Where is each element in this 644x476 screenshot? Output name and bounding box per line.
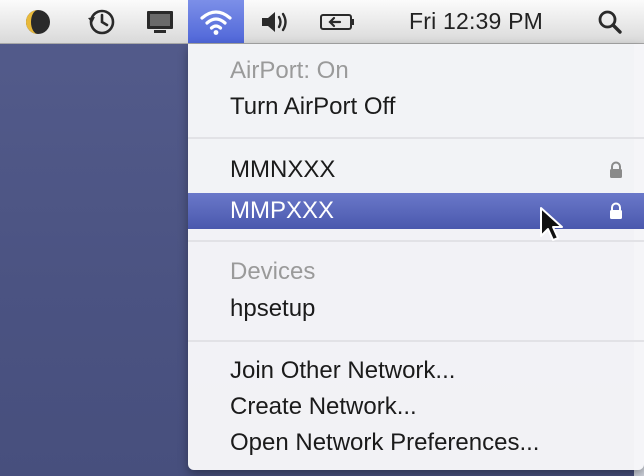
- create-network-item[interactable]: Create Network...: [188, 389, 644, 425]
- network-name: MMNXXX: [230, 156, 336, 183]
- mouse-cursor-icon: [540, 207, 563, 241]
- spotlight-search-icon[interactable]: [588, 0, 632, 43]
- menu-separator: [188, 137, 644, 139]
- lock-icon: [610, 202, 622, 219]
- turn-airport-off-item[interactable]: Turn AirPort Off: [188, 89, 644, 125]
- airport-status: AirPort: On: [230, 57, 349, 84]
- network-name: MMPXXX: [230, 197, 335, 224]
- airport-menu: AirPort: On Turn AirPort Off MMNXXX MMPX…: [188, 44, 644, 470]
- wifi-icon[interactable]: [188, 0, 244, 43]
- devices-header: Devices: [230, 258, 316, 285]
- lock-icon: [610, 161, 622, 178]
- time-machine-icon[interactable]: [80, 0, 124, 43]
- join-other-network-item[interactable]: Join Other Network...: [188, 353, 644, 389]
- open-network-preferences-item[interactable]: Open Network Preferences...: [188, 425, 644, 461]
- device-item-hpsetup[interactable]: hpsetup: [188, 291, 644, 327]
- app-status-icon[interactable]: [18, 0, 58, 43]
- battery-icon[interactable]: [312, 0, 364, 43]
- clock[interactable]: Fri 12:39 PM: [386, 0, 566, 43]
- network-item-selected[interactable]: MMPXXX: [188, 193, 644, 229]
- menu-separator: [188, 340, 644, 342]
- network-item[interactable]: MMNXXX: [188, 152, 644, 188]
- display-icon[interactable]: [138, 0, 182, 43]
- menu-separator: [188, 240, 644, 242]
- menu-bar: Fri 12:39 PM: [0, 0, 644, 44]
- volume-icon[interactable]: [252, 0, 300, 43]
